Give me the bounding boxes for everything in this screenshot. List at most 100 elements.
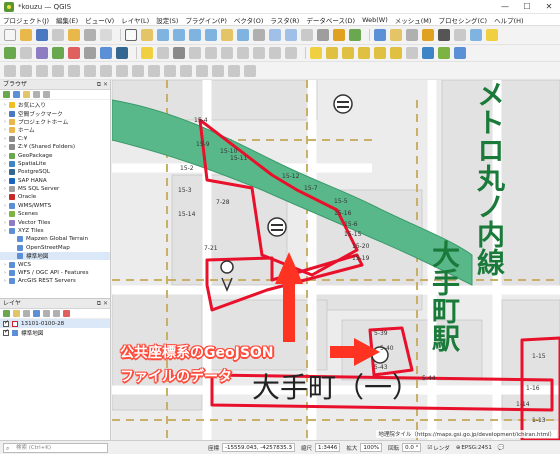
manage-theme-icon[interactable] <box>23 310 30 317</box>
undo-icon[interactable] <box>269 47 281 59</box>
zoom-layer-icon[interactable] <box>237 29 249 41</box>
fill-ring-icon[interactable] <box>100 64 112 77</box>
pan-hand-icon[interactable] <box>125 29 137 41</box>
add-group-icon[interactable] <box>13 310 20 317</box>
browser-item[interactable]: › お気に入り <box>0 101 110 109</box>
sum-icon[interactable] <box>438 29 450 41</box>
new-map-view-icon[interactable] <box>301 29 313 41</box>
panel-float-close-icons[interactable]: ⧉ ✕ <box>97 80 108 90</box>
label-pin-icon[interactable] <box>326 47 338 59</box>
layer-visibility-checkbox[interactable] <box>3 319 9 327</box>
layout-manager-icon[interactable] <box>100 29 112 41</box>
menu-settings[interactable]: 設定(S) <box>156 15 178 25</box>
zoom-rubber-icon[interactable] <box>189 29 201 41</box>
field-calculator-icon[interactable] <box>422 29 434 41</box>
paste-features-icon[interactable] <box>253 47 265 59</box>
zoom-full-icon[interactable] <box>205 29 217 41</box>
merge-features-icon[interactable] <box>212 64 224 77</box>
crs-icon[interactable]: ⊕ <box>456 445 461 451</box>
coordinate-field[interactable]: -15559.043, -4257835.3 <box>222 443 295 452</box>
menu-edit[interactable]: 編集(E) <box>56 15 78 25</box>
filter-legend-icon[interactable] <box>33 310 40 317</box>
zoom-next-icon[interactable] <box>285 29 297 41</box>
browser-item[interactable]: › C:¥ <box>0 135 110 143</box>
minimize-button[interactable]: — <box>494 0 516 14</box>
offset-curve-icon[interactable] <box>164 64 176 77</box>
browser-item[interactable]: › SAP HANA <box>0 177 110 185</box>
browser-item[interactable]: › SpatiaLite <box>0 160 110 168</box>
save-edits-icon[interactable] <box>157 47 169 59</box>
browser-item[interactable]: › ホーム <box>0 126 110 134</box>
rotate-symbols-icon[interactable] <box>244 64 256 77</box>
label-move-icon[interactable] <box>358 47 370 59</box>
split-features-icon[interactable] <box>180 64 192 77</box>
delete-part-icon[interactable] <box>132 64 144 77</box>
print-layout-icon[interactable] <box>84 29 96 41</box>
zoom-last-icon[interactable] <box>269 29 281 41</box>
refresh-icon[interactable] <box>349 29 361 41</box>
menu-view[interactable]: ビュー(V) <box>85 15 114 25</box>
processing-icon[interactable] <box>454 47 466 59</box>
delete-ring-icon[interactable] <box>116 64 128 77</box>
bookmark-icon[interactable] <box>333 29 345 41</box>
redo-icon[interactable] <box>285 47 297 59</box>
menu-vector[interactable]: ベクタ(O) <box>234 15 263 25</box>
expand-all-icon[interactable] <box>43 310 50 317</box>
map-canvas[interactable]: 15-4 15-9 15-10 15-11 15-2 15-3 15-12 15… <box>112 80 560 440</box>
split-parts-icon[interactable] <box>196 64 208 77</box>
add-vector-icon[interactable] <box>36 47 48 59</box>
add-csv-icon[interactable] <box>84 47 96 59</box>
locator-search[interactable]: ⌕ 検索 (Ctrl+K) <box>3 442 108 453</box>
collapse-all-icon[interactable] <box>33 91 40 98</box>
remove-layer-icon[interactable] <box>63 310 70 317</box>
browser-item[interactable]: › WMS/WMTS <box>0 202 110 210</box>
diagram-icon[interactable] <box>406 47 418 59</box>
add-postgis-icon[interactable] <box>116 47 128 59</box>
menu-processing[interactable]: プロセシング(C) <box>438 15 487 25</box>
browser-item[interactable]: 標準地図 <box>0 252 110 261</box>
menu-mesh[interactable]: メッシュ(M) <box>395 15 432 25</box>
zoom-in-icon[interactable] <box>157 29 169 41</box>
browser-item[interactable]: › MS SQL Server <box>0 185 110 193</box>
add-raster-icon[interactable] <box>52 47 64 59</box>
browser-item[interactable]: › PostgreSQL <box>0 168 110 176</box>
layer-style-icon[interactable] <box>3 310 10 317</box>
delete-selected-icon[interactable] <box>205 47 217 59</box>
zoom-native-icon[interactable] <box>253 29 265 41</box>
temporal-controller-icon[interactable] <box>317 29 329 41</box>
browser-item[interactable]: › Vector Tiles <box>0 218 110 226</box>
browser-item[interactable]: › Scenes <box>0 210 110 218</box>
save-project-icon[interactable] <box>36 29 48 41</box>
scale-field[interactable]: 1:3446 <box>314 443 341 452</box>
browser-item[interactable]: › Oracle <box>0 193 110 201</box>
crs-label[interactable]: EPSG:2451 <box>461 445 491 451</box>
add-mesh-icon[interactable] <box>68 47 80 59</box>
browser-item[interactable]: › GeoPackage <box>0 151 110 159</box>
rotate-feature-icon[interactable] <box>36 64 48 77</box>
menu-help[interactable]: ヘルプ(H) <box>494 15 523 25</box>
browser-item[interactable]: › WFS / OGC API - Features <box>0 269 110 277</box>
label-rotate-icon[interactable] <box>374 47 386 59</box>
simplify-icon[interactable] <box>52 64 64 77</box>
new-project-icon[interactable] <box>4 29 16 41</box>
new-layer-icon[interactable] <box>20 47 32 59</box>
close-button[interactable]: ✕ <box>538 0 560 14</box>
label-icon[interactable] <box>310 47 322 59</box>
add-selected-icon[interactable] <box>3 91 10 98</box>
browser-item[interactable]: › Z:¥ (Shared Folders) <box>0 143 110 151</box>
menu-web[interactable]: Web(W) <box>362 16 388 24</box>
menu-database[interactable]: データベース(D) <box>306 15 355 25</box>
zoom-selection-icon[interactable] <box>221 29 233 41</box>
reshape-icon[interactable] <box>148 64 160 77</box>
browser-item[interactable]: › プロジェクトホーム <box>0 118 110 126</box>
project-folder-icon[interactable] <box>68 29 80 41</box>
open-project-icon[interactable] <box>20 29 32 41</box>
python-icon[interactable] <box>422 47 434 59</box>
browser-item[interactable]: OpenStreetMap <box>0 244 110 252</box>
add-ring-icon[interactable] <box>68 64 80 77</box>
magnifier-field[interactable]: 100% <box>360 443 383 452</box>
cut-features-icon[interactable] <box>221 47 233 59</box>
browser-item[interactable]: › ArcGIS REST Servers <box>0 277 110 285</box>
annotation-icon[interactable] <box>486 29 498 41</box>
properties-icon[interactable] <box>43 91 50 98</box>
